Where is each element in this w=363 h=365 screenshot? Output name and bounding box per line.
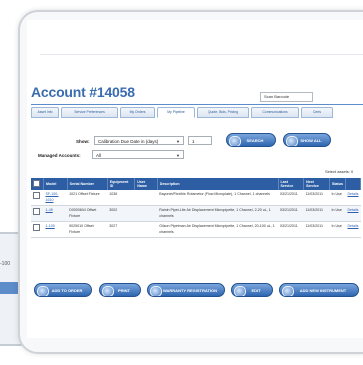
tab-quote-bids-pricing[interactable]: Quote, Bids, Pricing xyxy=(197,107,249,118)
show-filter-select[interactable]: Calibration Due Date in (days) ▼ xyxy=(94,136,184,145)
column-header-status[interactable]: Status xyxy=(329,178,346,190)
equipment-id-cell: 1036 xyxy=(107,190,135,206)
last-service-cell: 03/21/2011 xyxy=(278,190,304,206)
tab-communications[interactable]: Communications xyxy=(251,107,299,118)
column-header-user[interactable]: User Name xyxy=(134,178,158,190)
table-row[interactable]: SF-100-1610 1021 Offset Fixture 1036 Bay… xyxy=(31,190,361,206)
serial-cell: D0000604 Offset Fixture xyxy=(67,205,108,222)
add-to-order-label: ADD TO ORDER xyxy=(51,288,83,293)
chevron-down-icon: ▼ xyxy=(176,153,180,158)
status-cell: In Use xyxy=(329,205,346,222)
table-row[interactable]: 1-49 D0000604 Offset Fixture 3002 Rainin… xyxy=(31,205,361,222)
last-service-cell: 03/21/2011 xyxy=(278,221,304,238)
next-service-cell: 11/03/2011 xyxy=(303,205,330,222)
page-title: Account #14058 xyxy=(31,84,135,100)
equipment-id-cell: 3002 xyxy=(107,205,135,222)
chevron-down-icon: ▼ xyxy=(176,139,180,144)
warranty-registration-label: WARRANTY REGISTRATION xyxy=(162,288,218,293)
managed-accounts-value: All xyxy=(96,153,102,158)
model-link[interactable]: 1-100 xyxy=(43,221,68,238)
tab-service-preferences[interactable]: Service Preferences xyxy=(61,107,118,118)
row-checkbox-cell[interactable] xyxy=(31,221,44,238)
column-header-serial[interactable]: Serial Number xyxy=(67,178,108,190)
tab-bar: Asset Info Service Preferences My Orders… xyxy=(31,107,363,118)
next-service-cell: 11/03/2011 xyxy=(303,190,330,206)
add-to-order-button[interactable]: ADD TO ORDER xyxy=(34,283,92,297)
serial-cell: 9025010 Offset Fixture xyxy=(67,221,108,238)
column-header-next-service[interactable]: Next Service xyxy=(303,178,330,190)
select-all-checkbox[interactable] xyxy=(33,180,40,187)
edit-button[interactable]: EDIT xyxy=(231,283,273,297)
row-checkbox[interactable] xyxy=(33,208,40,215)
show-all-button[interactable]: SHOW ALL xyxy=(283,133,331,147)
equipment-id-cell: 3027 xyxy=(107,221,135,238)
description-cell: Rainin Pipet-Lite Air Displacement Micro… xyxy=(157,205,278,222)
user-cell xyxy=(134,221,158,238)
row-checkbox-cell[interactable] xyxy=(31,205,44,222)
column-header-action xyxy=(345,178,362,190)
action-bar: ADD TO ORDER PRINT WARRANTY REGISTRATION… xyxy=(34,283,363,297)
serial-cell: 1021 Offset Fixture xyxy=(67,190,108,206)
tab-my-pipeline[interactable]: My Pipeline xyxy=(157,107,195,118)
tab-my-orders[interactable]: My Orders xyxy=(120,107,155,118)
column-header-model[interactable]: Model xyxy=(43,178,68,190)
days-input[interactable]: 1 xyxy=(188,136,212,145)
details-link[interactable]: Details xyxy=(345,190,361,206)
column-header-description[interactable]: Description xyxy=(157,178,279,190)
row-checkbox-cell[interactable] xyxy=(31,190,44,206)
scan-barcode-input[interactable]: Scan Barcode xyxy=(260,92,313,102)
model-link[interactable]: SF-100-1610 xyxy=(43,190,68,206)
header-divider xyxy=(40,54,363,55)
description-cell: Bayonet/Flexible Rotametor (Flow Micropl… xyxy=(157,190,278,206)
add-new-instrument-label: ADD NEW INSTRUMENT xyxy=(299,288,347,293)
background-screen-text: -100 xyxy=(0,261,11,267)
column-header-equipment-id[interactable]: Equipment ID xyxy=(107,178,136,190)
select-assets-count: Select assets: 0 xyxy=(325,169,354,174)
select-all-checkbox-cell[interactable] xyxy=(31,178,44,190)
table-header-row: Model Serial Number Equipment ID User Na… xyxy=(31,178,362,190)
print-button[interactable]: PRINT xyxy=(99,283,141,297)
user-cell xyxy=(134,190,158,206)
tab-asset-info[interactable]: Asset Info xyxy=(31,107,59,118)
show-filter-label: Show: xyxy=(76,139,90,144)
row-checkbox[interactable] xyxy=(33,192,40,199)
model-link[interactable]: 1-49 xyxy=(43,205,68,222)
status-cell: In Use xyxy=(329,190,346,206)
background-screen-button xyxy=(0,282,20,294)
last-service-cell: 03/21/2011 xyxy=(278,205,304,222)
add-new-instrument-button[interactable]: ADD NEW INSTRUMENT xyxy=(279,283,359,297)
row-checkbox[interactable] xyxy=(33,224,40,231)
tab-certs[interactable]: Certs xyxy=(301,107,333,118)
details-link[interactable]: Details xyxy=(345,221,361,238)
status-cell: In Use xyxy=(329,221,346,238)
search-button-label: SEARCH xyxy=(246,138,264,143)
managed-accounts-label: Managed Accounts: xyxy=(38,153,81,158)
print-label: PRINT xyxy=(118,288,130,293)
edit-label: EDIT xyxy=(251,288,261,293)
next-service-cell: 11/03/2011 xyxy=(303,221,330,238)
warranty-registration-button[interactable]: WARRANTY REGISTRATION xyxy=(147,283,225,297)
search-button[interactable]: SEARCH xyxy=(226,133,276,147)
show-all-button-label: SHOW ALL xyxy=(300,138,322,143)
show-filter-value: Calibration Due Date in (days) xyxy=(98,139,159,144)
user-cell xyxy=(134,205,158,222)
table-row[interactable]: 1-100 9025010 Offset Fixture 3027 Gilson… xyxy=(31,221,361,238)
title-underline xyxy=(31,104,363,105)
description-cell: Gilson Pipetman Air Displacement Micropi… xyxy=(157,221,278,238)
details-link[interactable]: Details xyxy=(345,205,361,222)
screenshot-stage: -100 Account #14058 Scan Barcode Asset I… xyxy=(0,0,363,365)
managed-accounts-select[interactable]: All ▼ xyxy=(92,150,184,159)
column-header-last-service[interactable]: Last Service xyxy=(278,178,305,190)
instrument-table: Model Serial Number Equipment ID User Na… xyxy=(31,178,362,238)
